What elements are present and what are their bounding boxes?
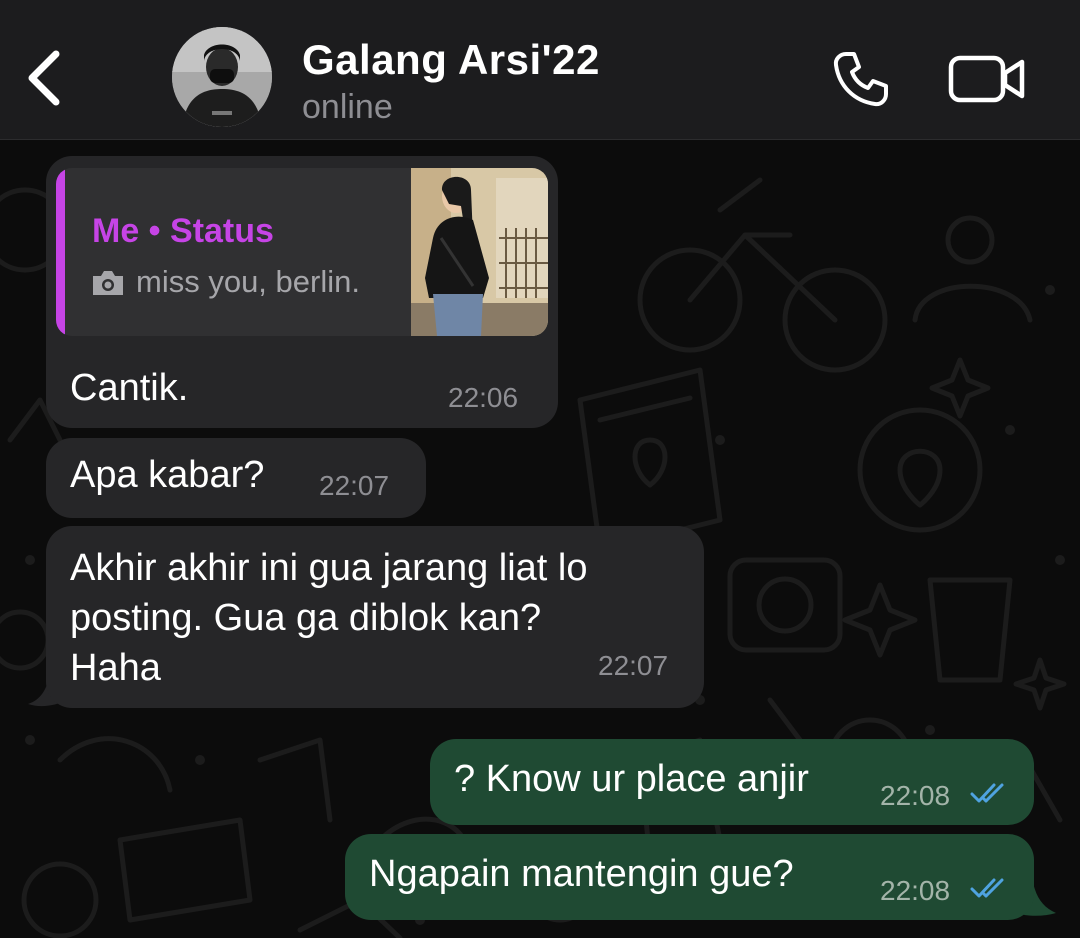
- contact-name[interactable]: Galang Arsi'22: [302, 36, 600, 84]
- message-text-line: Akhir akhir ini gua jarang liat lo: [70, 547, 588, 589]
- incoming-message[interactable]: Akhir akhir ini gua jarang liat lo posti…: [46, 526, 704, 708]
- voice-call-button[interactable]: [832, 50, 890, 108]
- camera-icon: [93, 271, 123, 295]
- contact-status: online: [302, 88, 393, 126]
- message-timestamp: 22:07: [598, 650, 669, 681]
- message-text-line: Haha: [70, 647, 161, 689]
- outgoing-message[interactable]: ? Know ur place anjir 22:08: [430, 739, 1034, 825]
- read-receipt-icon: [970, 783, 1004, 803]
- outgoing-message[interactable]: Ngapain mantengin gue? 22:08: [345, 834, 1034, 920]
- status-reply-preview[interactable]: Me • Status miss you, berlin.: [56, 168, 548, 336]
- message-list[interactable]: Me • Status miss you, berlin. Cantik. 22…: [0, 140, 1080, 938]
- read-receipt-icon: [970, 878, 1004, 898]
- message-text: Apa kabar?: [70, 454, 265, 496]
- message-text: Ngapain mantengin gue?: [369, 853, 794, 895]
- status-thumbnail-image: [411, 168, 548, 336]
- message-text: ? Know ur place anjir: [454, 758, 809, 800]
- incoming-message[interactable]: Apa kabar? 22:07: [46, 438, 426, 518]
- message-timestamp: 22:08: [880, 875, 951, 906]
- chat-header: Galang Arsi'22 online: [0, 0, 1080, 140]
- reply-title: Me • Status: [92, 212, 274, 250]
- reply-caption: miss you, berlin.: [136, 264, 360, 299]
- contact-avatar[interactable]: [172, 27, 272, 127]
- phone-icon: [833, 52, 888, 107]
- incoming-message-status-reply[interactable]: Me • Status miss you, berlin. Cantik. 22…: [46, 156, 558, 428]
- message-timestamp: 22:08: [880, 780, 951, 811]
- message-timestamp: 22:07: [319, 470, 390, 501]
- video-camera-icon: [948, 55, 1025, 103]
- video-call-button[interactable]: [948, 55, 1026, 103]
- back-button[interactable]: [22, 48, 68, 108]
- message-timestamp: 22:06: [448, 382, 519, 413]
- message-text-line: posting. Gua ga diblok kan?: [70, 597, 542, 639]
- reply-accent-bar: [56, 168, 65, 336]
- message-text: Cantik.: [70, 367, 189, 409]
- chevron-left-icon: [28, 50, 60, 106]
